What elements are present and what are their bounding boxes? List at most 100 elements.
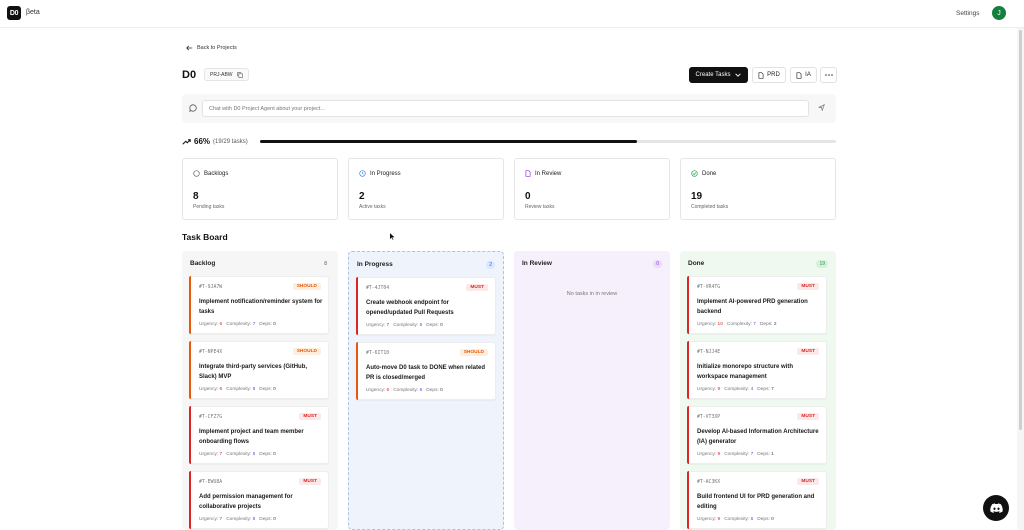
back-to-projects-link[interactable]: Back to Projects <box>186 45 237 51</box>
complexity-label: Complexity: <box>226 517 252 522</box>
top-bar: D0 βeta Settings J <box>0 0 1024 28</box>
complexity-value: 7 <box>753 322 756 327</box>
task-title: Add permission management for collaborat… <box>199 494 293 510</box>
urgency-value: 6 <box>219 387 223 392</box>
deps-label: Deps: <box>757 387 770 392</box>
chat-input[interactable] <box>202 100 809 117</box>
task-card[interactable]: #T-NJJ4E MUST Initialize monorepo structur… <box>687 341 827 399</box>
progress-detail: (19/29 tasks) <box>213 138 248 145</box>
more-button[interactable] <box>820 67 837 83</box>
priority-stripe <box>356 277 358 335</box>
complexity-value: 8 <box>252 517 256 522</box>
deps-value: 0 <box>273 517 276 522</box>
stat-sub: Pending tasks <box>193 204 225 210</box>
document-icon <box>758 71 764 79</box>
task-title: Build frontend UI for PRD generation and… <box>697 494 815 510</box>
page-title: D0 <box>182 69 197 81</box>
priority-badge: MUST <box>797 478 819 485</box>
deps-label: Deps: <box>757 452 770 457</box>
column-count: 8 <box>324 261 327 267</box>
project-id-chip[interactable]: PRJ-ABW <box>204 68 249 81</box>
urgency-value: 10 <box>717 322 723 327</box>
discord-button[interactable] <box>983 495 1009 521</box>
mouse-cursor-icon <box>389 232 395 241</box>
column-backlog[interactable]: Backlog 8 #T-9JA7W SHOULD Implement notifi… <box>182 251 338 530</box>
stat-count: 19 <box>691 191 703 202</box>
priority-stripe <box>687 341 689 399</box>
priority-badge: MUST <box>299 478 321 485</box>
deps-label: Deps: <box>757 517 770 522</box>
task-card[interactable]: #T-VT3XP MUST Develop AI-based Information… <box>687 406 827 464</box>
ia-button[interactable]: IA <box>790 67 817 83</box>
prd-button[interactable]: PRD <box>752 67 786 83</box>
deps-label: Deps: <box>426 388 439 393</box>
task-card[interactable]: #T-4JT04 MUST Create webhook endpoint for … <box>356 277 496 335</box>
urgency-label: Urgency: <box>199 387 219 392</box>
avatar[interactable]: J <box>992 6 1006 20</box>
urgency-label: Urgency: <box>199 322 219 327</box>
priority-stripe <box>189 471 191 529</box>
task-id: #T-9JA7W <box>199 285 223 290</box>
urgency-label: Urgency: <box>199 452 219 457</box>
column-done[interactable]: Done 19 #T-VR4TG MUST Implement AI-powered… <box>680 251 836 530</box>
stat-sub: Review tasks <box>525 204 555 210</box>
column-in-progress[interactable]: In Progress 2 #T-4JT04 MUST Create webhook… <box>348 251 504 530</box>
priority-stripe <box>687 276 689 334</box>
task-card[interactable]: #T-NPE4X SHOULD Integrate third-party serv… <box>189 341 329 399</box>
task-title: Develop AI-based Information Architectur… <box>697 429 819 445</box>
urgency-label: Urgency: <box>697 452 717 457</box>
send-icon[interactable] <box>818 104 825 111</box>
urgency-label: Urgency: <box>366 388 386 393</box>
task-meta: Urgency: 7 Complexity: 5 Deps: 0 <box>366 323 447 328</box>
task-meta: Urgency: 6 Complexity: 7 Deps: 0 <box>199 322 280 327</box>
create-tasks-button[interactable]: Create Tasks <box>689 67 748 83</box>
complexity-value: 5 <box>252 452 256 457</box>
complexity-value: 5 <box>419 323 423 328</box>
urgency-value: 6 <box>386 388 390 393</box>
beta-label: βeta <box>26 9 40 16</box>
task-card[interactable]: #T-6IT10 SHOULD Auto-move D0 task to DONE … <box>356 342 496 400</box>
column-title: In Progress <box>357 261 393 268</box>
deps-value: 0 <box>273 387 276 392</box>
stat-label: Backlogs <box>204 170 229 177</box>
deps-label: Deps: <box>426 323 439 328</box>
complexity-label: Complexity: <box>393 388 419 393</box>
complexity-label: Complexity: <box>724 517 750 522</box>
priority-badge: MUST <box>797 413 819 420</box>
column-in-review[interactable]: In Review 0 No tasks in in review <box>514 251 670 530</box>
complexity-label: Complexity: <box>393 323 419 328</box>
task-meta: Urgency: 9 Complexity: 7 Deps: 1 <box>697 452 778 457</box>
document-icon <box>525 170 531 177</box>
trending-up-icon <box>182 138 191 145</box>
task-card[interactable]: #T-EWU8A MUST Add permission management fo… <box>189 471 329 529</box>
scrollbar-thumb[interactable] <box>1019 30 1022 430</box>
circle-icon <box>193 170 200 177</box>
task-id: #T-6IT10 <box>366 351 390 356</box>
deps-label: Deps: <box>259 517 272 522</box>
task-card[interactable]: #T-AC3KX MUST Build frontend UI for PRD ge… <box>687 471 827 529</box>
task-card[interactable]: #T-CFZ7G MUST Implement project and team m… <box>189 406 329 464</box>
priority-stripe <box>189 341 191 399</box>
stat-count: 2 <box>359 191 365 202</box>
deps-label: Deps: <box>259 322 272 327</box>
stat-label: In Review <box>535 170 562 177</box>
task-id: #T-CFZ7G <box>199 415 223 420</box>
task-card[interactable]: #T-VR4TG MUST Implement AI-powered PRD gen… <box>687 276 827 334</box>
stat-card-in-review: In Review 0 Review tasks <box>514 158 670 220</box>
urgency-label: Urgency: <box>697 517 717 522</box>
urgency-value: 9 <box>717 517 721 522</box>
copy-icon[interactable] <box>236 71 243 78</box>
app-logo[interactable]: D0 <box>7 6 21 20</box>
column-count: 19 <box>816 260 828 268</box>
clock-icon <box>359 170 366 177</box>
priority-badge: MUST <box>466 284 488 291</box>
stat-card-done: Done 19 Completed tasks <box>680 158 836 220</box>
settings-link[interactable]: Settings <box>956 10 980 17</box>
task-meta: Urgency: 9 Complexity: 4 Deps: 7 <box>697 387 778 392</box>
task-id: #T-VT3XP <box>697 415 721 420</box>
deps-value: 2 <box>773 322 777 327</box>
progress-fill <box>260 140 638 143</box>
urgency-label: Urgency: <box>697 387 717 392</box>
priority-stripe <box>356 342 358 400</box>
task-card[interactable]: #T-9JA7W SHOULD Implement notification/rem… <box>189 276 329 334</box>
